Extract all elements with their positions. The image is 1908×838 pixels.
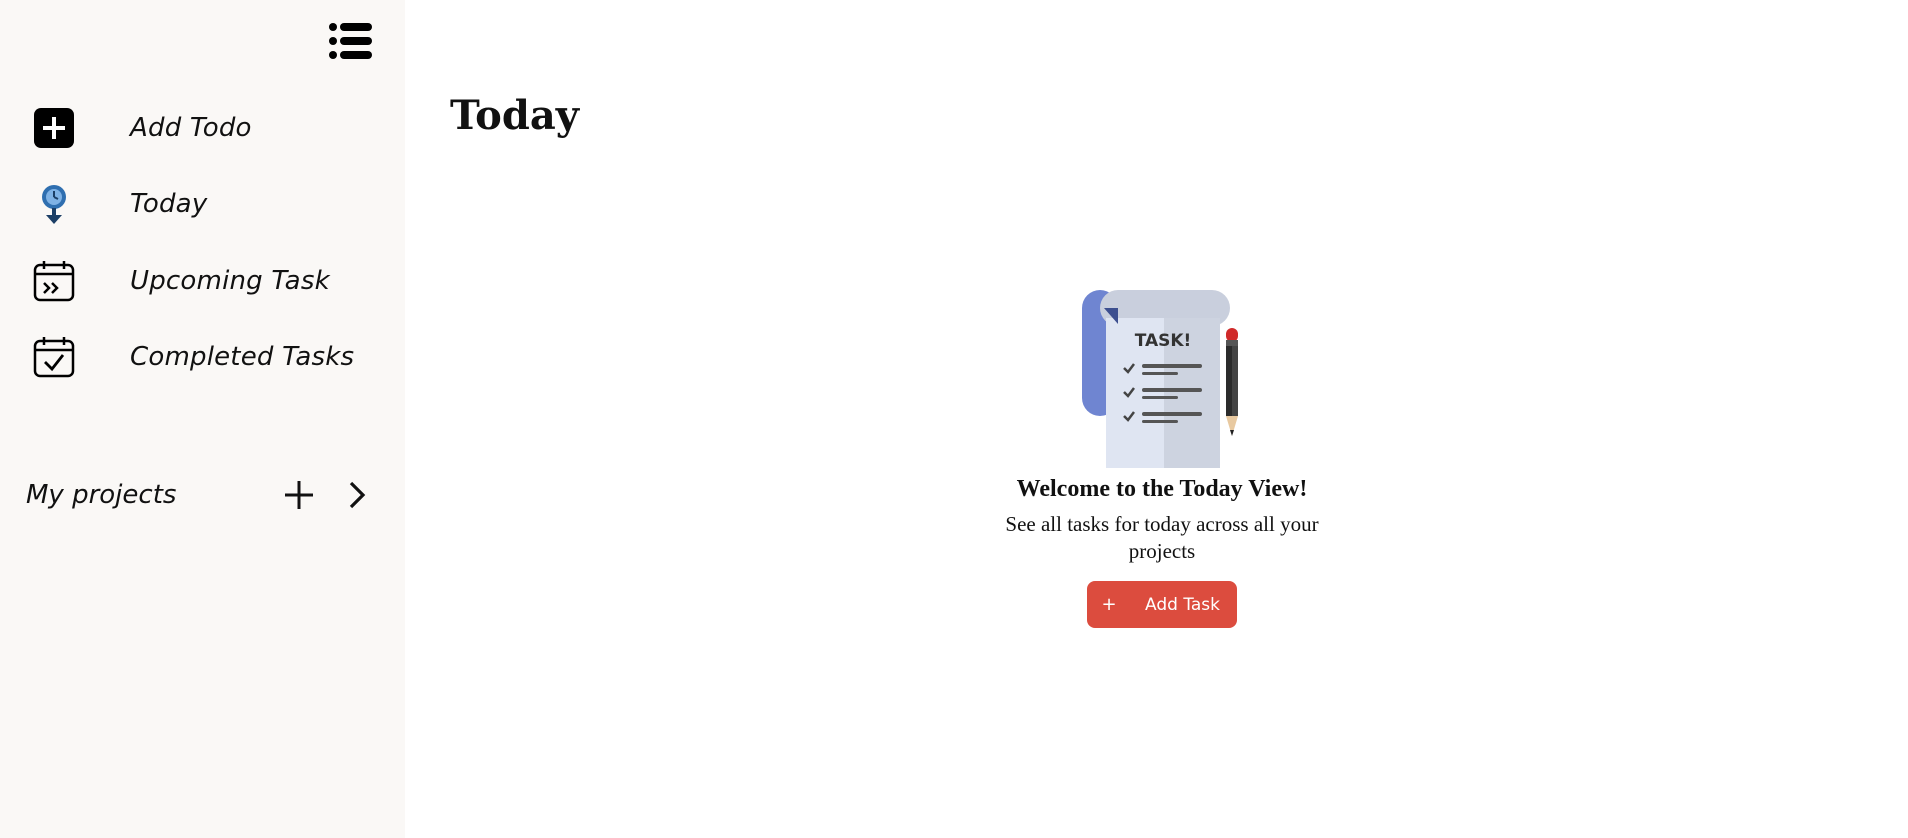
sidebar-item-label: Add Todo [130, 113, 252, 143]
sidebar-item-label: Completed Tasks [130, 342, 355, 372]
sidebar-item-label: Upcoming Task [130, 266, 330, 296]
sidebar-item-completed-tasks[interactable]: Completed Tasks [28, 331, 354, 383]
sidebar-item-today[interactable]: Today [28, 178, 207, 230]
calendar-forward-icon [28, 255, 80, 307]
expand-projects-button[interactable] [338, 476, 376, 514]
clock-pin-icon [28, 178, 80, 230]
my-projects-header: My projects [26, 470, 376, 520]
sidebar-item-label: Today [130, 189, 208, 219]
app-root: Add Todo Today Upcoming Task Completed T… [0, 0, 1908, 838]
page-title: Today [450, 92, 579, 139]
illustration-text: TASK! [1135, 331, 1192, 351]
sidebar-item-upcoming-task[interactable]: Upcoming Task [28, 255, 330, 307]
sidebar: Add Todo Today Upcoming Task Completed T… [0, 0, 405, 838]
empty-state-heading: Welcome to the Today View! [1016, 476, 1308, 502]
calendar-check-icon [28, 331, 80, 383]
empty-state-description: See all tasks for today across all your … [1005, 512, 1319, 563]
empty-state: TASK! Welcome to the Today View! See all… [962, 288, 1362, 628]
chevron-right-icon [349, 481, 366, 509]
task-list-illustration: TASK! [1082, 290, 1238, 468]
add-task-label: Add Task [1145, 594, 1221, 615]
plus-square-icon [28, 102, 80, 154]
sidebar-toggle-button[interactable] [328, 22, 374, 62]
add-task-button[interactable]: + Add Task [1087, 581, 1237, 628]
add-project-button[interactable] [280, 476, 318, 514]
my-projects-label: My projects [26, 480, 177, 510]
plus-icon [285, 481, 313, 509]
list-icon [329, 23, 372, 59]
plus-icon: + [1101, 594, 1117, 615]
sidebar-item-add-todo[interactable]: Add Todo [28, 102, 252, 154]
